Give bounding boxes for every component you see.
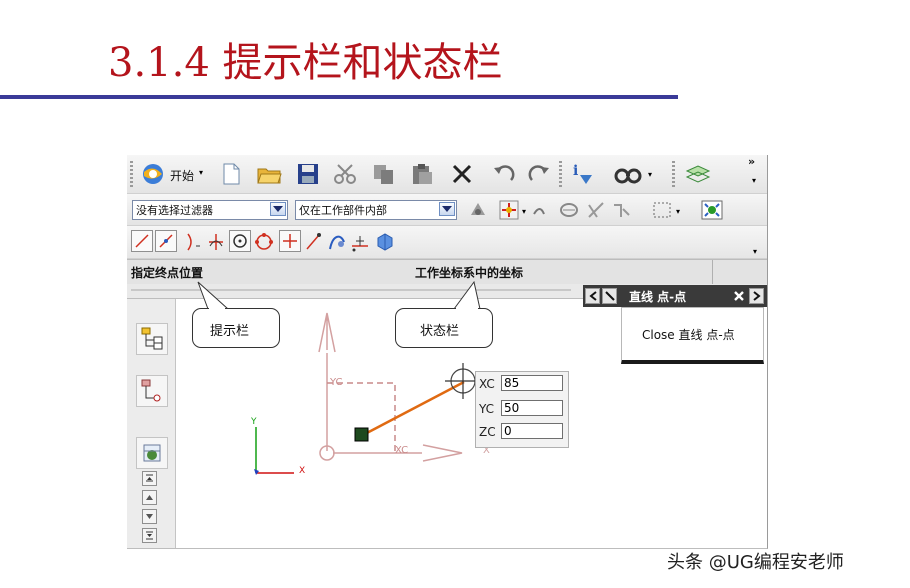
zc-label: ZC — [479, 425, 496, 439]
title-rule — [0, 95, 678, 99]
zc-row: ZC 0 — [476, 422, 568, 442]
yc-label: YC — [479, 402, 495, 416]
xc-label: XC — [479, 377, 495, 391]
wcs-y-label: Y — [251, 417, 257, 427]
nx-screenshot: 开始 ▾ i ▾ » ▾ 没有选择过滤器 仅在工作部件内部 ▾ ▾ ▾ 指定终点… — [127, 155, 768, 549]
status-line-callout-text: 状态栏 — [420, 324, 460, 339]
ghost-xc-axis — [319, 444, 463, 462]
graphics-window — [254, 312, 481, 475]
start-point-marker — [354, 427, 369, 442]
zc-field[interactable]: 0 — [501, 423, 563, 439]
xc-ghost-label: XC — [395, 445, 409, 456]
xc-row: XC 85 — [476, 374, 568, 394]
watermark: 头条 @UG编程安老师 — [667, 552, 844, 573]
status-line-callout: 状态栏 — [395, 308, 493, 348]
yc-field[interactable]: 50 — [501, 400, 563, 416]
yc-ghost-label: YC — [330, 377, 343, 388]
coordinate-input-box: XC 85 YC 50 ZC 0 — [475, 371, 569, 448]
cue-line-callout-text: 提示栏 — [210, 324, 250, 339]
rubber-band-line — [362, 380, 465, 437]
wcs-x-label: X — [299, 466, 306, 476]
slide-title: 3.1.4 提示栏和状态栏 — [108, 40, 503, 86]
wcs-triad — [254, 427, 294, 475]
xc-field[interactable]: 85 — [501, 375, 563, 391]
cue-line-callout: 提示栏 — [192, 308, 280, 348]
yc-row: YC 50 — [476, 399, 568, 419]
